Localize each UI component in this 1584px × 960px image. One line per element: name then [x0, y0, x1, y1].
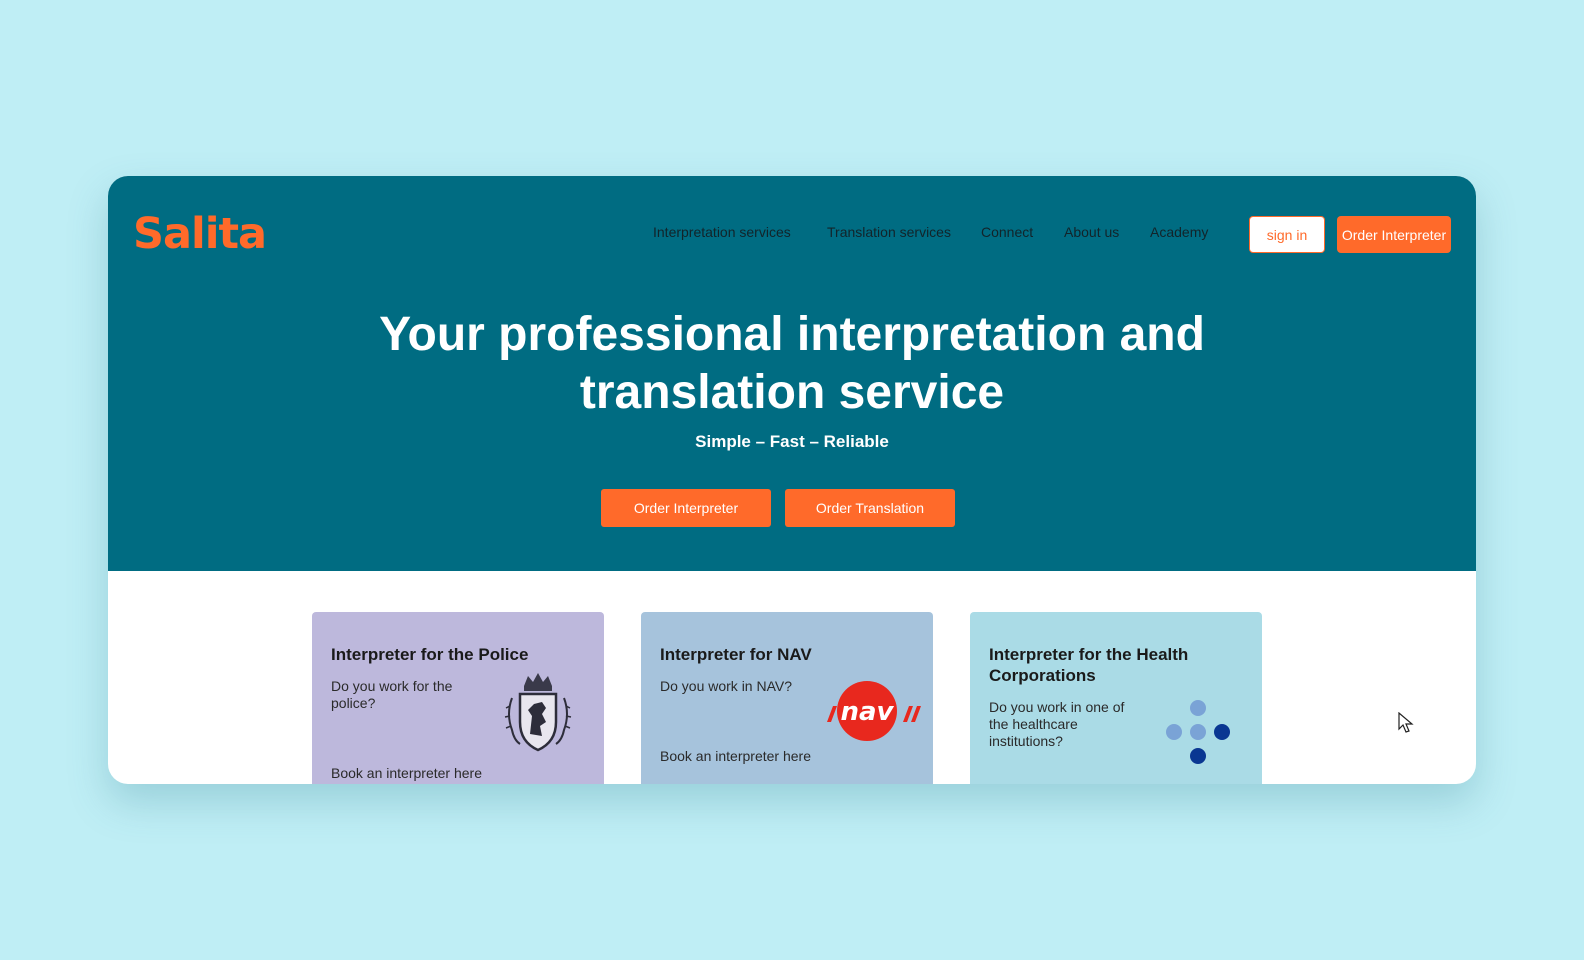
card-police[interactable]: Interpreter for the Police Do you work f… [312, 612, 604, 784]
salita-logo[interactable]: Salita [133, 209, 267, 259]
dots-logo-icon [1166, 700, 1230, 764]
card-title: Interpreter for the Health Corporations [989, 645, 1189, 685]
nav-academy[interactable]: Academy [1150, 224, 1208, 240]
card-health[interactable]: Interpreter for the Health Corporations … [970, 612, 1262, 784]
book-interpreter-link[interactable]: Book an interpreter here [660, 748, 811, 764]
nav-translation-services[interactable]: Translation services [827, 224, 951, 240]
order-translation-button[interactable]: Order Translation [785, 489, 955, 527]
card-title: Interpreter for the Police [331, 645, 529, 664]
card-title: Interpreter for NAV [660, 645, 812, 664]
browser-window: Salita Interpretation services Translati… [108, 176, 1476, 784]
order-interpreter-button[interactable]: Order Interpreter [601, 489, 771, 527]
hero-title-line2: translation service [579, 366, 1005, 419]
nav-logo-icon: nav [827, 681, 921, 741]
book-interpreter-link[interactable]: Book an interpreter here [331, 765, 482, 781]
card-question: Do you work in one of the healthcare ins… [989, 699, 1125, 749]
order-interpreter-nav-button[interactable]: Order Interpreter [1337, 216, 1451, 253]
card-nav[interactable]: Interpreter for NAV Do you work in NAV? … [641, 612, 933, 784]
nav-interpretation-services[interactable]: Interpretation services [653, 224, 791, 240]
hero-title-line1: Your professional interpretation and [379, 308, 1205, 361]
hero-subtitle: Simple – Fast – Reliable [695, 432, 889, 451]
nav-about-us[interactable]: About us [1064, 224, 1119, 240]
svg-text:nav: nav [840, 697, 894, 727]
coat-of-arms-icon [504, 673, 572, 752]
nav-connect[interactable]: Connect [981, 224, 1033, 240]
sign-in-button[interactable]: sign in [1249, 216, 1325, 253]
card-question: Do you work for the police? [331, 678, 453, 711]
card-question: Do you work in NAV? [660, 678, 793, 694]
hero-title: Your professional interpretation and tra… [342, 306, 1242, 422]
mouse-cursor-icon [1398, 712, 1414, 733]
hero-section: Salita Interpretation services Translati… [108, 176, 1476, 571]
